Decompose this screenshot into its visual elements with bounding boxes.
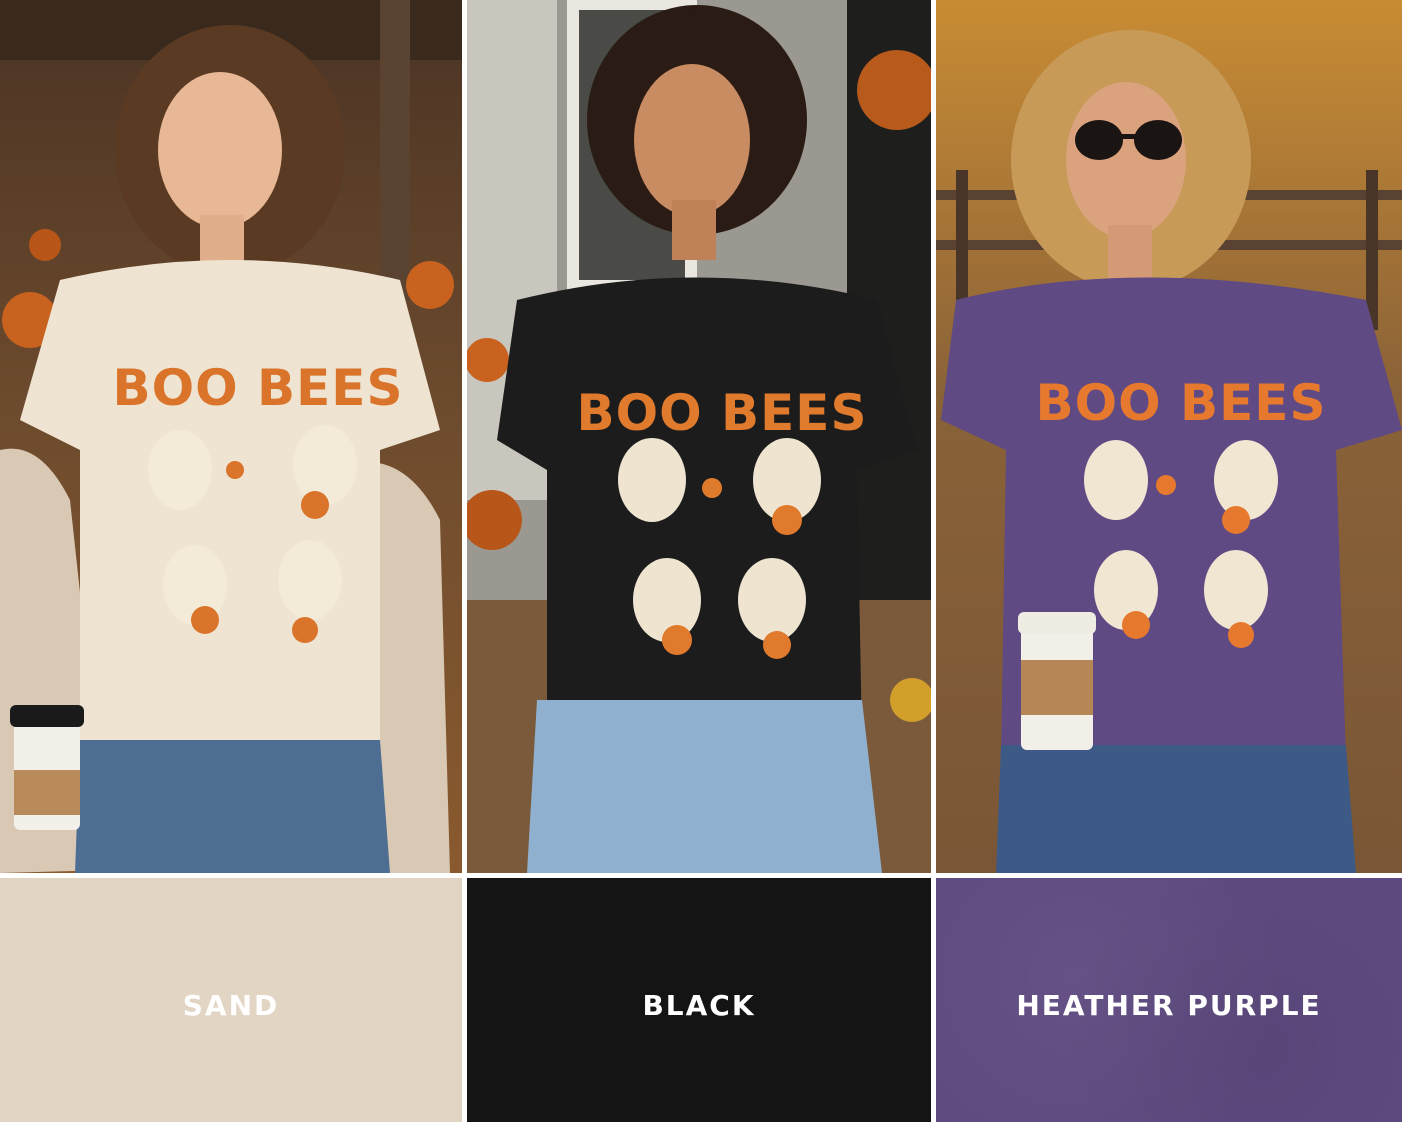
color-swatch-heather-purple: HEATHER PURPLE: [936, 878, 1402, 1122]
shirt-print-text: BOO BEES: [113, 359, 404, 417]
color-variant-grid: BOO BEES SAND BOO BEES BLACK BOO BEES HE…: [0, 0, 1402, 1122]
variant-panel-heather-purple: BOO BEES HEATHER PURPLE: [936, 0, 1402, 1122]
swatch-label: SAND: [182, 988, 280, 1022]
swatch-label: HEATHER PURPLE: [1016, 988, 1322, 1022]
swatch-label: BLACK: [642, 988, 756, 1022]
color-swatch-black: BLACK: [467, 878, 931, 1122]
sunglasses-icon: [1075, 120, 1123, 160]
shirt-print-text: BOO BEES: [577, 384, 868, 442]
product-photo-black: BOO BEES: [467, 0, 931, 873]
color-swatch-sand: SAND: [0, 878, 462, 1122]
product-photo-heather-purple: BOO BEES: [936, 0, 1402, 873]
variant-panel-black: BOO BEES BLACK: [467, 0, 931, 1122]
variant-panel-sand: BOO BEES SAND: [0, 0, 462, 1122]
shirt-print-text: BOO BEES: [1036, 374, 1327, 432]
product-photo-sand: BOO BEES: [0, 0, 462, 873]
